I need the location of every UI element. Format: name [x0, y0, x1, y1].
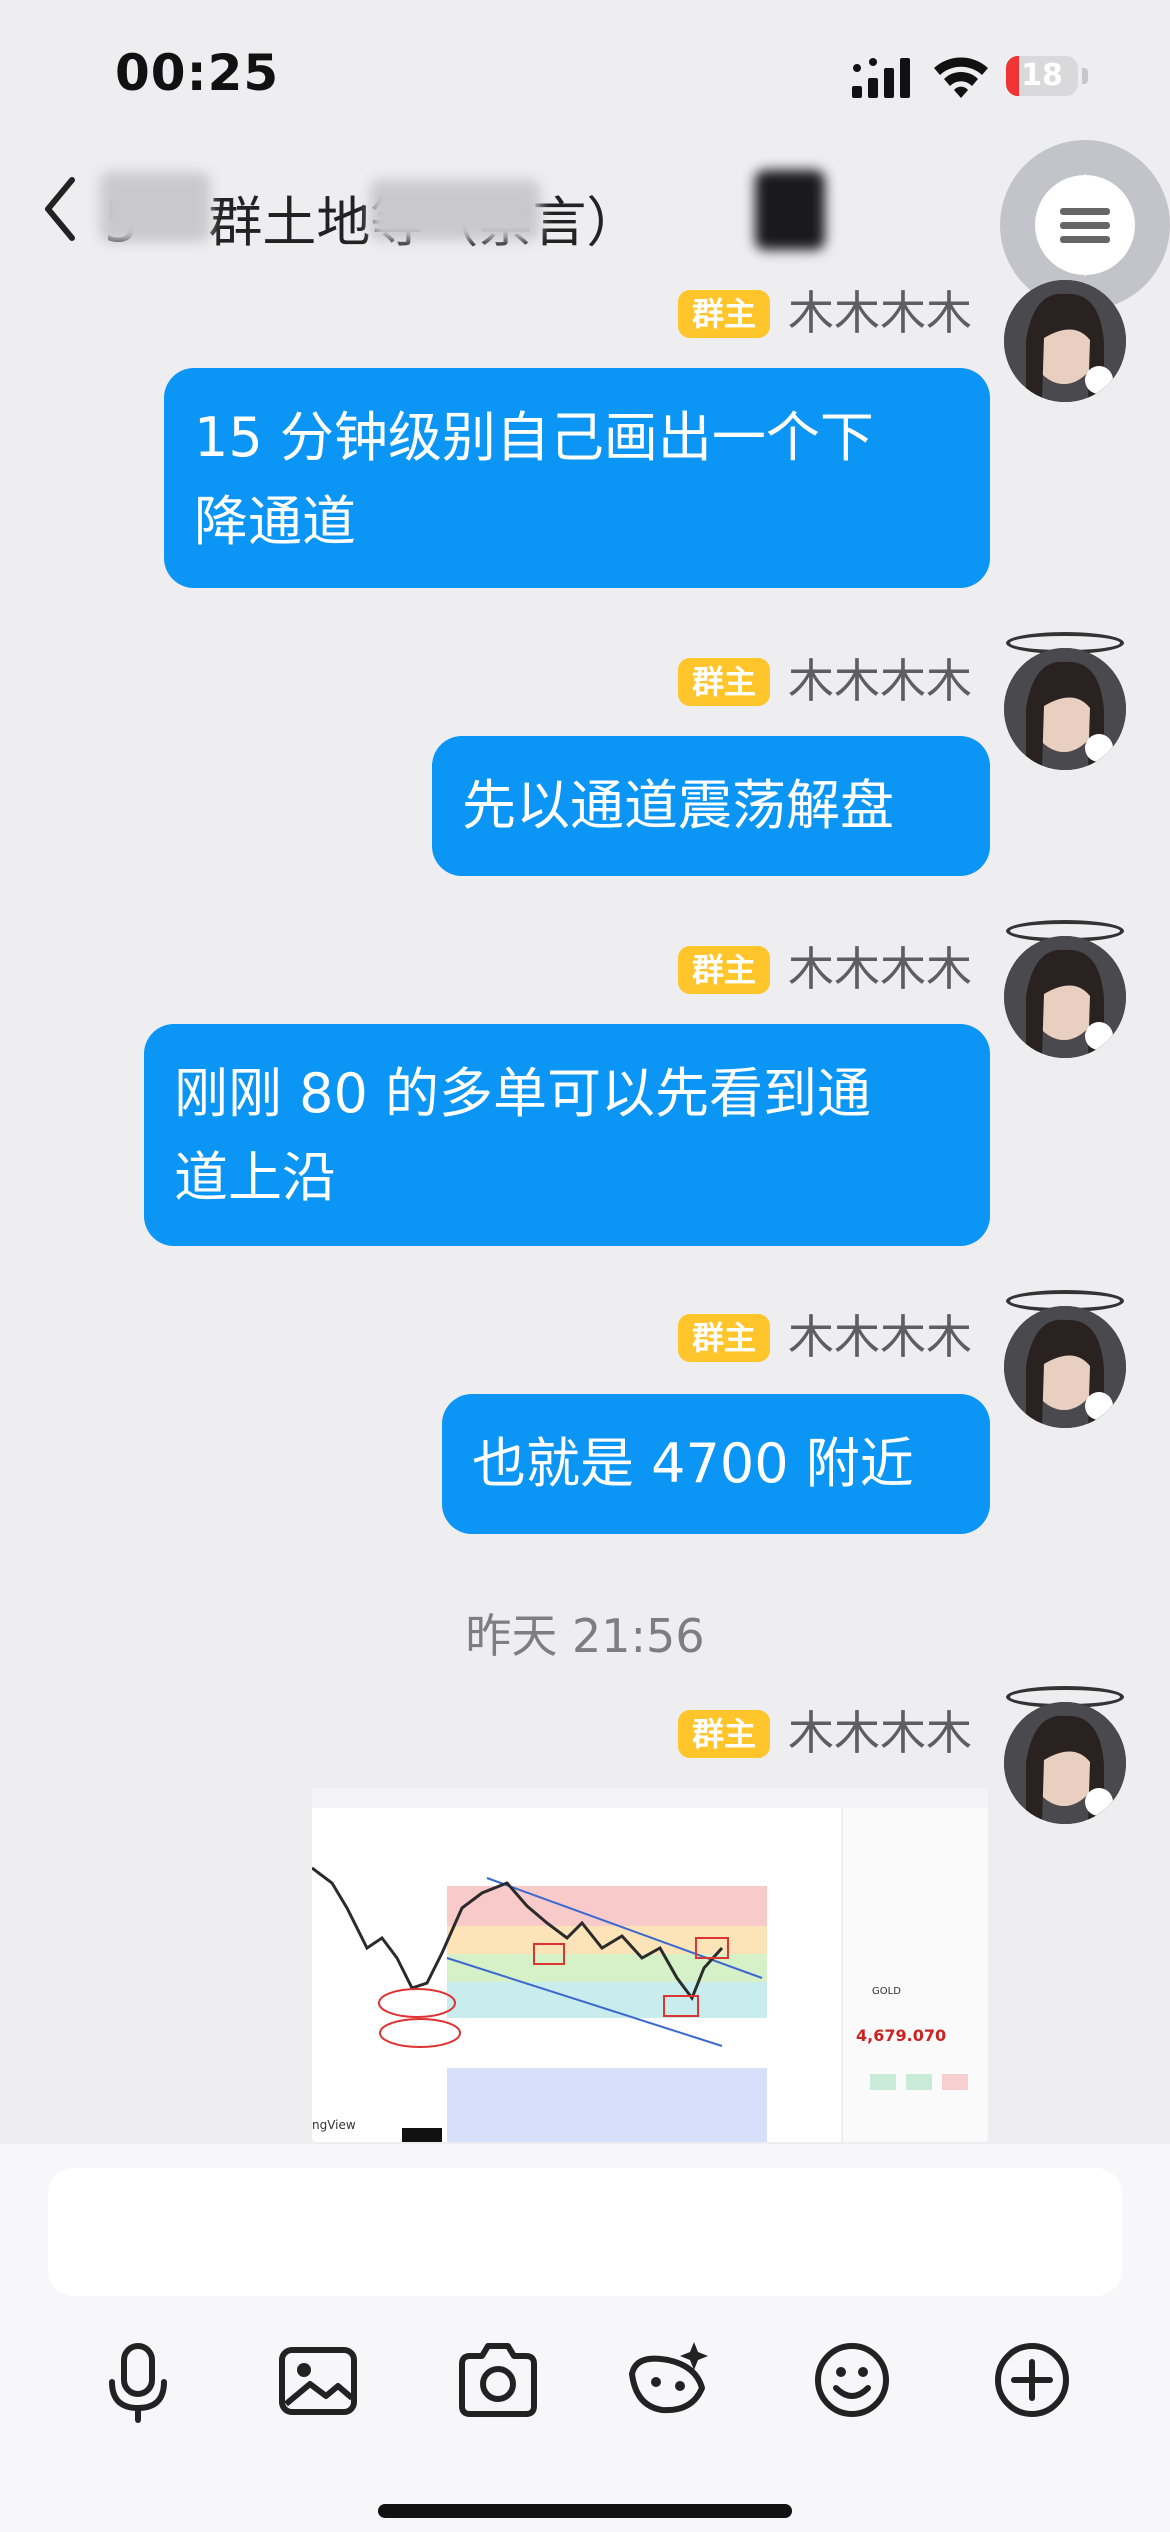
trading-chart-screenshot — [312, 1788, 988, 2142]
battery-percent: 18 — [1021, 58, 1063, 93]
avatar[interactable] — [1004, 648, 1126, 770]
image-icon[interactable] — [270, 2332, 366, 2428]
owner-badge: 群主 — [678, 1314, 771, 1362]
composer — [0, 2144, 1170, 2532]
owner-badge: 群主 — [678, 290, 771, 338]
message-text-line: 降通道 — [194, 490, 356, 553]
avatar[interactable] — [1004, 280, 1126, 402]
cellular-signal-icon — [852, 58, 910, 98]
message-text-line: 也就是 4700 附近 — [472, 1432, 914, 1495]
redaction-blur — [755, 170, 825, 250]
sender-name: 木木木木 — [788, 286, 972, 340]
wifi-icon — [934, 57, 988, 98]
owner-badge: 群主 — [678, 1710, 771, 1758]
plus-icon[interactable] — [984, 2332, 1080, 2428]
battery-icon: 18 — [1006, 54, 1088, 98]
sticker-icon[interactable] — [622, 2332, 718, 2428]
sender-name: 木木木木 — [788, 1310, 972, 1364]
chart-price: 4,679.070 — [856, 2026, 947, 2045]
owner-badge: 群主 — [678, 946, 771, 994]
message-text-line: 道上沿 — [174, 1146, 336, 1209]
message-bubble[interactable]: 先以通道震荡解盘 — [432, 736, 990, 876]
menu-icon — [1040, 174, 1110, 276]
avatar[interactable] — [1004, 936, 1126, 1058]
chart-watermark: ngView — [312, 2118, 356, 2132]
message-bubble[interactable]: 刚刚 80 的多单可以先看到通 道上沿 — [144, 1024, 990, 1246]
message-input[interactable] — [48, 2168, 1122, 2296]
timestamp-divider: 昨天 21:56 — [465, 1609, 705, 1663]
status-bar: 00:25 18 — [0, 0, 1170, 150]
message-bubble[interactable]: 15 分钟级别自己画出一个下 降通道 — [164, 368, 990, 588]
home-indicator — [378, 2504, 792, 2518]
chart-symbol: GOLD — [872, 1986, 901, 1997]
camera-icon[interactable] — [450, 2332, 546, 2428]
emoji-icon[interactable] — [804, 2332, 900, 2428]
message-text-line: 刚刚 80 的多单可以先看到通 — [174, 1062, 872, 1125]
avatar[interactable] — [1004, 1702, 1126, 1824]
chat-header: 5群土地等（禁言） — [0, 150, 1170, 270]
message-text-line: 先以通道震荡解盘 — [462, 774, 894, 837]
sender-name: 木木木木 — [788, 942, 972, 996]
message-text-line: 15 分钟级别自己画出一个下 — [194, 406, 874, 469]
sender-name: 木木木木 — [788, 654, 972, 708]
chart-image-message[interactable]: GOLD 4,679.070 ngView — [312, 1788, 988, 2142]
avatar[interactable] — [1004, 1306, 1126, 1428]
redaction-blur — [370, 180, 540, 240]
back-chevron-icon[interactable] — [40, 174, 80, 244]
message-bubble[interactable]: 也就是 4700 附近 — [442, 1394, 990, 1534]
redaction-blur — [100, 172, 210, 242]
status-time: 00:25 — [115, 44, 280, 102]
owner-badge: 群主 — [678, 658, 771, 706]
microphone-icon[interactable] — [90, 2332, 186, 2428]
sender-name: 木木木木 — [788, 1706, 972, 1760]
